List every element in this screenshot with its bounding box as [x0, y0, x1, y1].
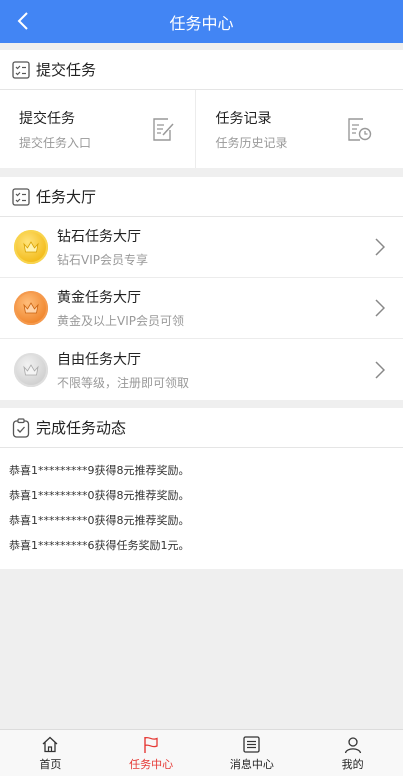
hall-title: 钻石任务大厅	[57, 229, 141, 245]
tab-label: 消息中心	[229, 757, 274, 771]
tab-messages[interactable]: 消息中心	[202, 730, 303, 776]
hall-subtitle: 黄金及以上VIP会员可领	[57, 314, 184, 328]
task-feed-section: 完成任务动态 恭喜1*********9获得8元推荐奖励。 恭喜1*******…	[0, 408, 403, 569]
task-record-entry[interactable]: 任务记录 任务历史记录	[194, 90, 403, 168]
tab-label: 任务中心	[129, 757, 174, 771]
chevron-left-icon	[17, 12, 28, 30]
hall-subtitle: 钻石VIP会员专享	[57, 253, 148, 267]
section-title: 任务大厅	[36, 188, 97, 206]
section-title: 完成任务动态	[36, 419, 127, 437]
hall-title: 黄金任务大厅	[57, 290, 141, 306]
tab-label: 我的	[341, 757, 364, 771]
feed-item: 恭喜1*********0获得8元推荐奖励。	[9, 514, 190, 527]
feed-list: 恭喜1*********9获得8元推荐奖励。 恭喜1*********0获得8元…	[0, 448, 403, 558]
hall-item-gold[interactable]: 黄金任务大厅 黄金及以上VIP会员可领	[0, 278, 403, 339]
chevron-right-icon	[373, 360, 387, 380]
hall-title: 自由任务大厅	[57, 351, 141, 368]
section-header: 完成任务动态	[0, 408, 403, 448]
tab-mine[interactable]: 我的	[302, 730, 403, 776]
feed-item: 恭喜1*********6获得任务奖励1元。	[9, 539, 190, 552]
entry-subtitle: 提交任务入口	[19, 135, 92, 150]
submit-row: 提交任务 提交任务入口 任务记录 任务历史记录	[0, 90, 403, 168]
history-doc-icon	[345, 115, 373, 143]
edit-doc-icon	[149, 115, 177, 143]
top-nav-bar: 任务中心	[0, 0, 403, 43]
chevron-right-icon	[373, 298, 387, 318]
submit-task-entry[interactable]: 提交任务 提交任务入口	[0, 90, 195, 168]
clipboard-check-icon	[11, 417, 31, 438]
section-header: 提交任务	[0, 50, 403, 90]
crown-medal-bronze-icon	[14, 291, 48, 325]
feed-item: 恭喜1*********9获得8元推荐奖励。	[9, 464, 190, 477]
list-icon	[242, 735, 262, 755]
crown-medal-silver-icon	[14, 352, 48, 387]
section-title: 提交任务	[36, 61, 97, 79]
entry-title: 任务记录	[215, 110, 272, 127]
hall-subtitle: 不限等级，注册即可领取	[57, 375, 190, 390]
tab-label: 首页	[39, 757, 62, 771]
flag-icon	[141, 735, 161, 755]
crown-medal-gold-icon	[14, 230, 48, 264]
back-button[interactable]	[10, 8, 36, 34]
submit-task-section: 提交任务 提交任务 提交任务入口 任务记录 任务历史记录	[0, 50, 403, 168]
checklist-icon	[11, 187, 31, 207]
entry-title: 提交任务	[19, 110, 75, 127]
user-icon	[343, 735, 363, 755]
hall-item-diamond[interactable]: 钻石任务大厅 钻石VIP会员专享	[0, 217, 403, 278]
page-title: 任务中心	[169, 13, 234, 33]
tab-task-center[interactable]: 任务中心	[101, 730, 202, 776]
tab-home[interactable]: 首页	[0, 730, 101, 776]
section-header: 任务大厅	[0, 177, 403, 217]
chevron-right-icon	[373, 237, 387, 257]
bottom-tab-bar: 首页 任务中心 消息中心 我的	[0, 729, 403, 776]
task-hall-section: 任务大厅 钻石任务大厅 钻石VIP会员专享 黄金任务大厅 黄金及以上VIP会员可…	[0, 177, 403, 400]
hall-item-free[interactable]: 自由任务大厅 不限等级，注册即可领取	[0, 339, 403, 400]
feed-item: 恭喜1*********0获得8元推荐奖励。	[9, 489, 190, 502]
entry-subtitle: 任务历史记录	[215, 135, 288, 150]
home-icon	[40, 735, 60, 755]
checklist-icon	[11, 60, 31, 80]
